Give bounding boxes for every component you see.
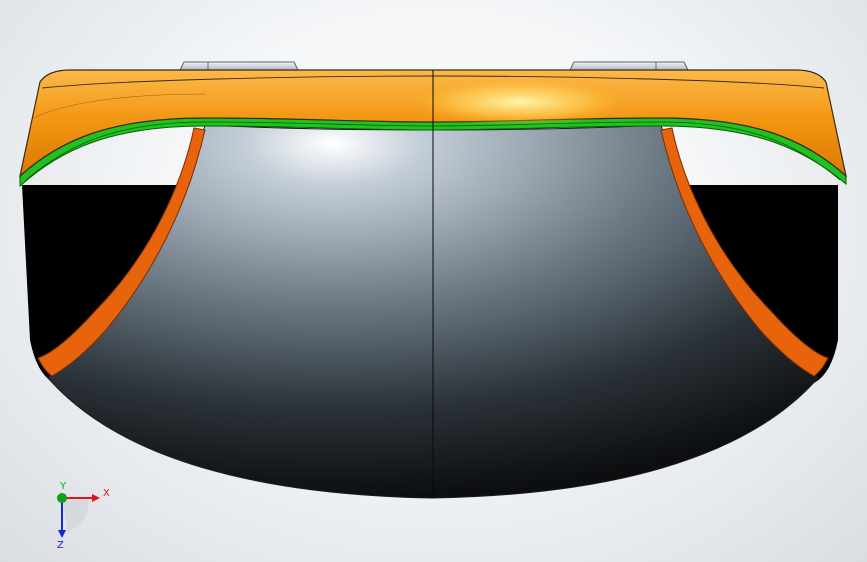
y-axis-label: Y — [59, 481, 67, 492]
3d-viewport[interactable]: X Y Z — [0, 0, 867, 562]
x-axis-label: X — [103, 488, 110, 499]
mounting-tab-right[interactable] — [569, 61, 689, 71]
model-render[interactable] — [0, 0, 867, 562]
axis-triad[interactable]: X Y Z — [48, 480, 118, 550]
y-axis-marker — [57, 493, 67, 503]
mounting-tab-left[interactable] — [179, 61, 299, 71]
z-axis-label: Z — [57, 540, 64, 550]
